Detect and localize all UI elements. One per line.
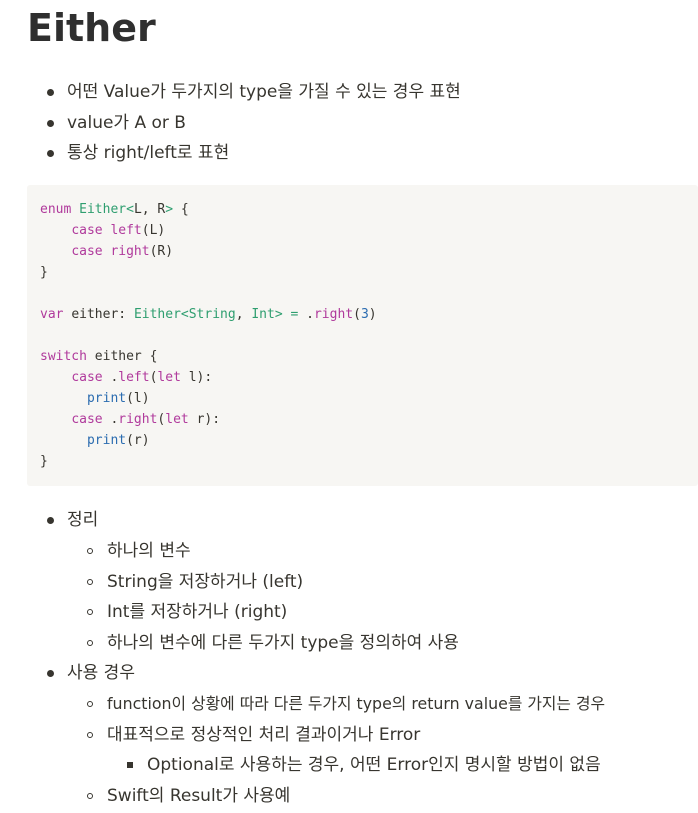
usage-item: function이 상황에 따라 다른 두가지 type의 return val… [107, 694, 606, 713]
code-punct: , [141, 202, 150, 217]
code-punct: > [165, 202, 174, 217]
page-title: Either [27, 6, 156, 50]
usage-label: 사용 경우 [67, 663, 135, 683]
code-func: right [118, 412, 158, 427]
code-punct: } [40, 265, 48, 280]
bullet-circle [87, 579, 93, 585]
code-keyword: var [40, 307, 64, 322]
code-punct: ) [368, 307, 377, 322]
summary-item: Int를 저장하거나 (right) [107, 602, 288, 622]
code-punct: < [180, 307, 189, 322]
code-punct: > [274, 307, 283, 322]
bullet-dot [47, 120, 54, 127]
code-ident: either { [94, 349, 158, 364]
code-ident: r): [196, 412, 221, 427]
bullet-circle [87, 732, 93, 738]
summary-label: 정리 [67, 510, 99, 530]
code-punct: = [290, 307, 299, 322]
bullet-dot [47, 89, 54, 96]
code-keyword: switch [40, 349, 87, 364]
code-punct: ( [353, 307, 361, 322]
code-ident: (R) [149, 244, 174, 259]
summary-item: 하나의 변수 [107, 541, 191, 561]
code-text: enum Either<L, R> { case left(L) case ri… [40, 199, 377, 472]
bullet-circle [87, 793, 93, 799]
bullet-square [127, 762, 133, 768]
code-ident: (L) [141, 223, 166, 238]
bullet-circle [87, 640, 93, 646]
code-keyword: let [157, 370, 181, 385]
code-call: print [86, 391, 127, 406]
code-func: left [110, 223, 142, 238]
code-punct: < [126, 202, 134, 217]
usage-subitem: Optional로 사용하는 경우, 어떤 Error인지 명시할 방법이 없음 [147, 755, 601, 775]
code-func: left [118, 370, 150, 385]
code-type: Either [133, 307, 181, 322]
summary-item: 하나의 변수에 다른 두가지 type을 정의하여 사용 [107, 633, 459, 653]
bullet-circle [87, 609, 93, 615]
code-keyword: case [71, 244, 103, 259]
code-ident: (r) [126, 433, 150, 448]
summary-item: String을 저장하거나 (left) [107, 572, 304, 592]
code-ident: L [133, 202, 142, 217]
code-keyword: case [71, 370, 103, 385]
bullet-circle [87, 548, 93, 554]
usage-item: 대표적으로 정상적인 처리 결과이거나 Error [107, 725, 421, 745]
bullet-dot [47, 517, 54, 524]
code-keyword: enum [40, 202, 72, 217]
code-ident: either: [71, 307, 127, 322]
code-type: Either [79, 202, 127, 217]
code-type: String [188, 307, 236, 322]
code-punct: } [40, 454, 48, 469]
code-ident: l): [188, 370, 213, 385]
bullet-circle [87, 701, 93, 707]
code-punct: . [306, 307, 314, 322]
bullet-dot [47, 150, 54, 157]
code-keyword: let [165, 412, 189, 427]
code-keyword: case [71, 412, 103, 427]
code-func: right [110, 244, 150, 259]
code-block[interactable]: enum Either<L, R> { case left(L) case ri… [27, 185, 698, 486]
code-ident: (l) [126, 391, 150, 406]
code-punct: , [235, 307, 244, 322]
code-punct: { [180, 202, 189, 217]
code-number: 3 [360, 307, 369, 322]
intro-item: 어떤 Value가 두가지의 type을 가질 수 있는 경우 표현 [67, 82, 461, 102]
bullet-dot [47, 670, 54, 677]
code-call: print [86, 433, 127, 448]
usage-item: Swift의 Result가 사용예 [107, 786, 291, 806]
code-type: Int [251, 307, 275, 322]
code-keyword: case [71, 223, 103, 238]
intro-item: 통상 right/left로 표현 [67, 143, 230, 163]
code-func: right [313, 307, 354, 322]
intro-item: value가 A or B [67, 113, 186, 133]
